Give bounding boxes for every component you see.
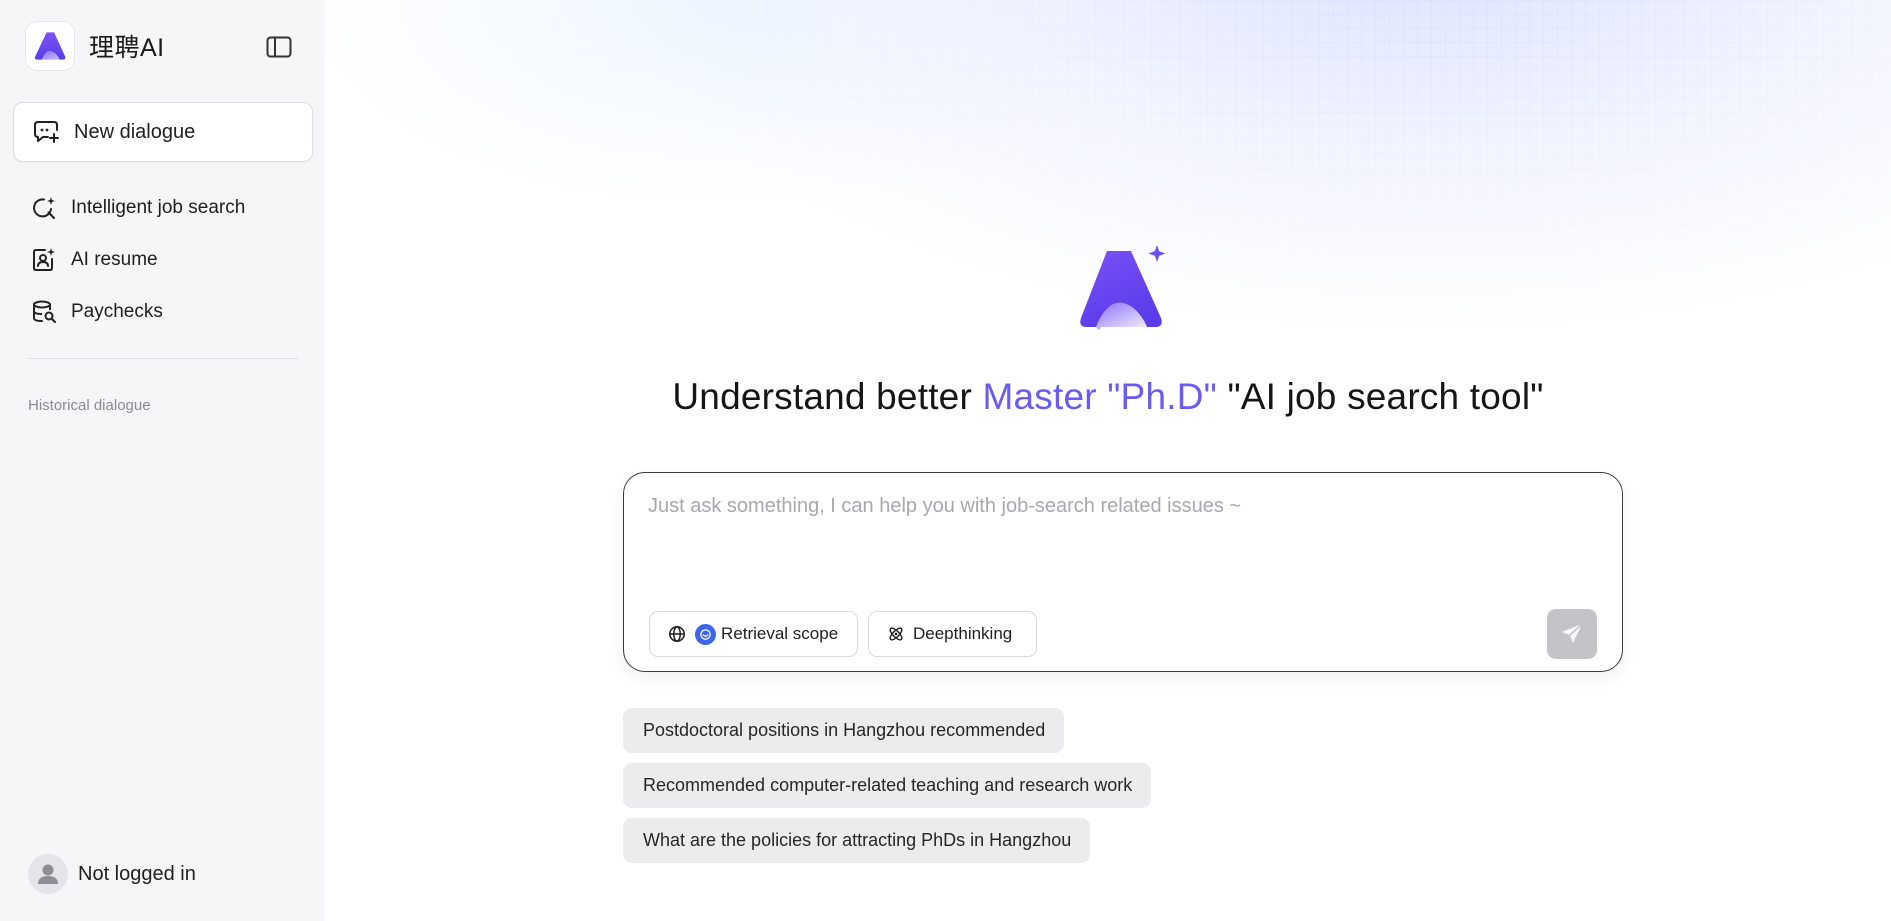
main-content: Understand better Master "Ph.D" "AI job …	[325, 0, 1891, 921]
new-dialogue-button[interactable]: New dialogue	[13, 102, 313, 162]
resume-icon	[33, 248, 55, 271]
user-status-label: Not logged in	[78, 862, 196, 885]
hero-logo-icon	[1080, 245, 1166, 330]
headline-part1: Understand better	[672, 376, 972, 417]
retrieval-scope-label: Retrieval scope	[721, 624, 839, 643]
brand-name: 理聘AI	[89, 34, 165, 62]
page-headline: Understand better Master "Ph.D" "AI job …	[325, 376, 1891, 418]
new-chat-icon	[34, 121, 59, 143]
sidebar-nav: Intelligent job search AI resume Paychec…	[13, 182, 313, 338]
deepthinking-label: Deepthinking	[913, 624, 1013, 643]
brand-logo-icon	[34, 32, 66, 60]
database-search-icon	[33, 300, 56, 323]
sidebar-toggle-button[interactable]	[264, 34, 294, 60]
user-profile[interactable]: Not logged in	[28, 854, 196, 894]
brand[interactable]: 理聘AI	[25, 21, 165, 71]
suggestion-chip[interactable]: What are the policies for attracting PhD…	[623, 818, 1091, 863]
user-avatar-icon	[38, 864, 58, 884]
sidebar-item-ai-resume[interactable]: AI resume	[13, 234, 313, 286]
headline-accent: Master "Ph.D"	[982, 376, 1217, 417]
deepthinking-button[interactable]: Deepthinking	[868, 611, 1037, 657]
search-sparkle-icon	[33, 197, 56, 220]
sidebar-item-label: AI resume	[71, 249, 158, 270]
history-section-label: Historical dialogue	[28, 397, 151, 414]
sidebar-item-intelligent-job-search[interactable]: Intelligent job search	[13, 182, 313, 234]
new-dialogue-label: New dialogue	[74, 120, 196, 143]
suggestion-chip[interactable]: Recommended computer-related teaching an…	[623, 763, 1152, 808]
suggestion-chip[interactable]: Postdoctoral positions in Hangzhou recom…	[623, 708, 1065, 753]
sidebar: 理聘AI New dialogue Intelligent job search…	[0, 0, 325, 921]
suggestion-list: Postdoctoral positions in Hangzhou recom…	[623, 708, 1152, 873]
brand-logo	[25, 21, 75, 71]
atom-icon	[889, 627, 903, 641]
background-grid	[325, 0, 1891, 420]
sidebar-toggle-icon	[266, 36, 292, 58]
headline-part2: "AI job search tool"	[1227, 376, 1544, 417]
sidebar-item-label: Intelligent job search	[71, 197, 246, 218]
retrieval-scope-button[interactable]: Retrieval scope	[649, 611, 858, 657]
app-root: 理聘AI New dialogue Intelligent job search…	[0, 0, 1891, 921]
sidebar-item-paychecks[interactable]: Paychecks	[13, 286, 313, 338]
avatar	[28, 854, 68, 894]
globe-icon	[669, 626, 685, 642]
send-button[interactable]	[1547, 609, 1597, 659]
chat-input[interactable]	[648, 495, 1588, 565]
chat-input-card: Retrieval scope Deepthinking	[623, 472, 1623, 672]
scope-badge-icon	[695, 623, 716, 645]
sidebar-divider	[28, 358, 298, 359]
sidebar-item-label: Paychecks	[71, 301, 163, 322]
send-icon	[1562, 623, 1583, 643]
